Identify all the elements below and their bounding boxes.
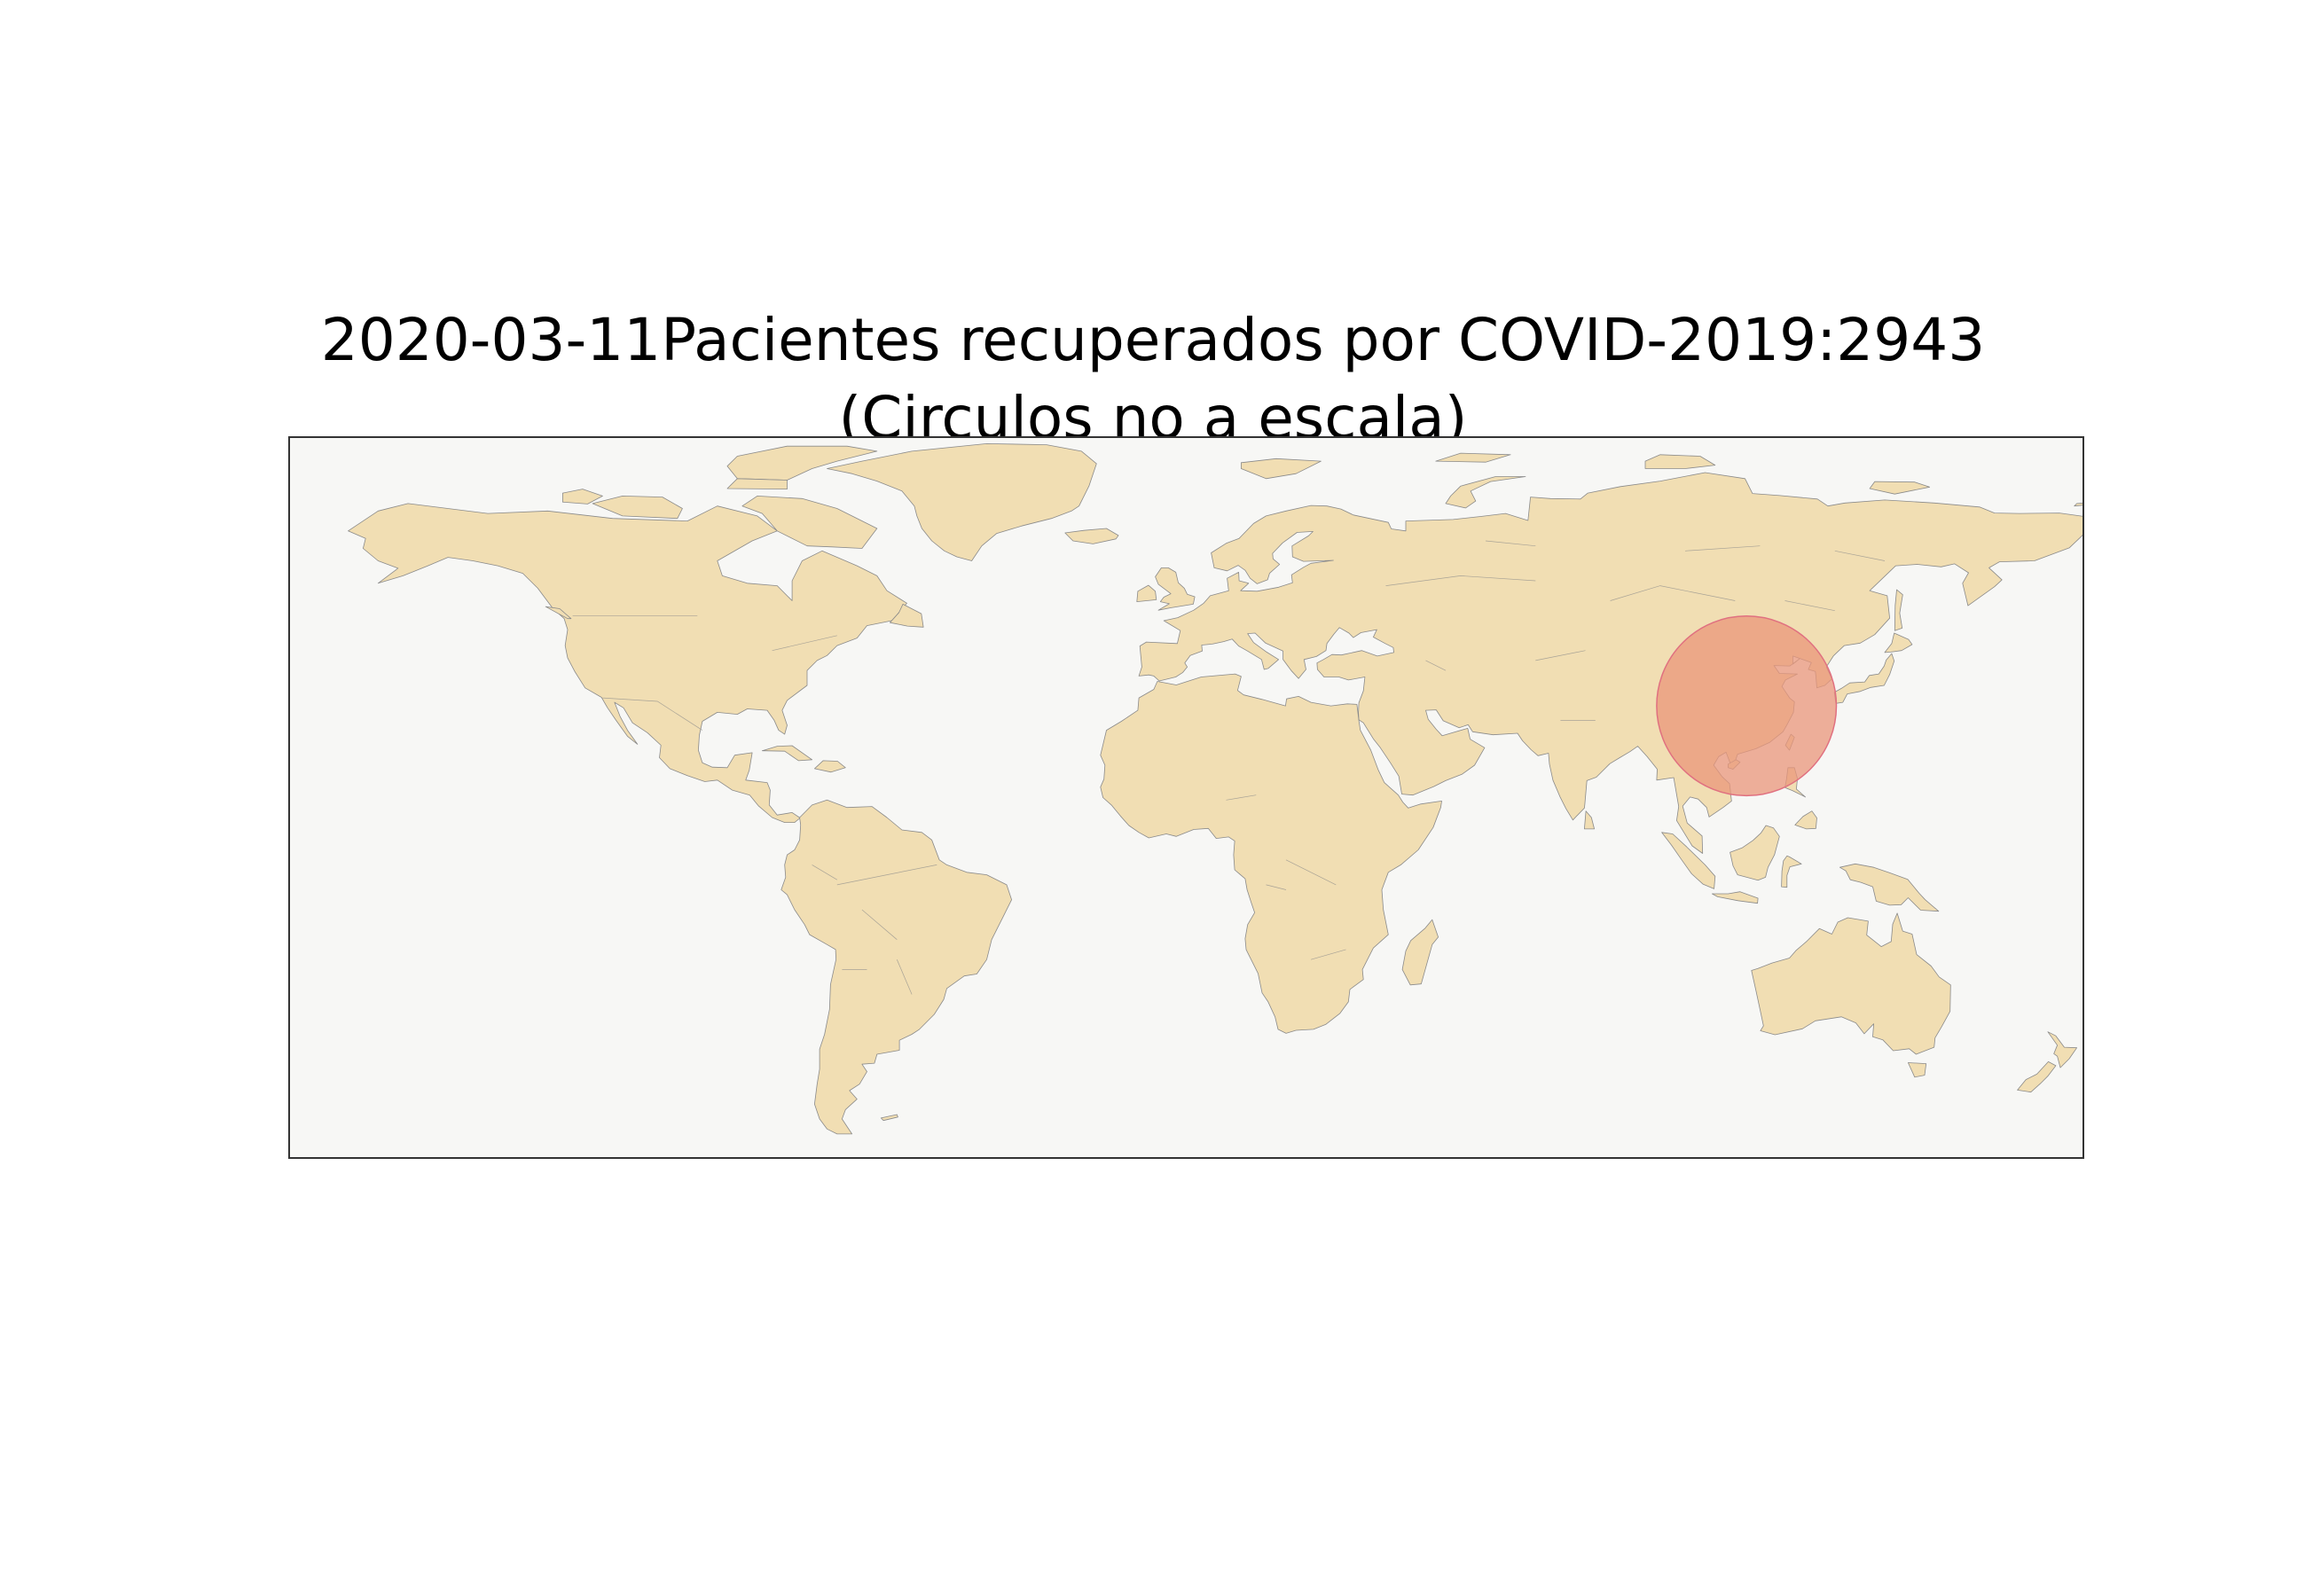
- map-title-line-1: 2020-03-11Pacientes recuperados por COVI…: [320, 306, 1986, 374]
- recovered-markers: [1656, 615, 1838, 797]
- recovered-marker-circle: [1656, 615, 1838, 797]
- land-devon: [726, 478, 788, 489]
- map-title: 2020-03-11Pacientes recuperados por COVI…: [0, 301, 2306, 458]
- world-map: [288, 436, 2084, 1159]
